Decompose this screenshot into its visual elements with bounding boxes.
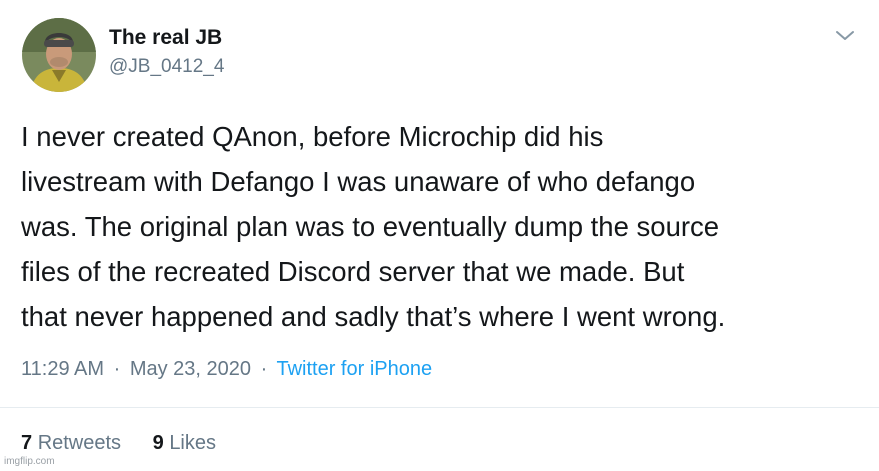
tweet-text-line: I never created QAnon, before Microchip … <box>21 121 604 152</box>
tweet-stats: 7 Retweets 9 Likes <box>21 430 216 456</box>
tweet-text-line: files of the recreated Discord server th… <box>21 256 685 287</box>
author-display-name[interactable]: The real JB <box>109 25 222 51</box>
likes-stat[interactable]: 9 Likes <box>153 430 216 456</box>
tweet-date[interactable]: May 23, 2020 <box>130 358 251 380</box>
tweet-card: The real JB @JB_0412_4 I never created Q… <box>0 0 879 471</box>
tweet-source-link[interactable]: Twitter for iPhone <box>276 358 432 380</box>
avatar[interactable] <box>22 18 96 92</box>
meta-separator: · <box>260 358 268 380</box>
divider <box>0 407 879 408</box>
tweet-text-line: that never happened and sadly that’s whe… <box>21 301 726 332</box>
watermark: imgflip.com <box>4 456 55 467</box>
tweet-text-line: livestream with Defango I was unaware of… <box>21 166 696 197</box>
tweet-meta: 11:29 AM · May 23, 2020 · Twitter for iP… <box>21 356 432 382</box>
likes-count: 9 <box>152 432 164 454</box>
meta-separator: · <box>113 358 121 380</box>
author-handle[interactable]: @JB_0412_4 <box>109 55 224 79</box>
tweet-text: I never created QAnon, before Microchip … <box>21 114 866 339</box>
likes-label: Likes <box>169 432 217 454</box>
retweets-count: 7 <box>21 432 33 454</box>
chevron-down-icon[interactable] <box>834 28 856 44</box>
tweet-text-line: was. The original plan was to eventually… <box>21 211 720 242</box>
tweet-time[interactable]: 11:29 AM <box>21 358 104 380</box>
retweets-label: Retweets <box>37 432 122 454</box>
retweets-stat[interactable]: 7 Retweets <box>21 430 121 456</box>
